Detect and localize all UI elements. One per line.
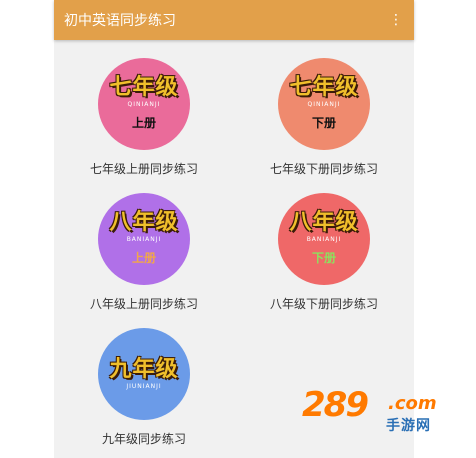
watermark-site: 手游网: [386, 418, 431, 434]
grade-pinyin: BANIANJI: [306, 236, 342, 243]
book-caption[interactable]: 七年级下册同步练习: [270, 160, 378, 177]
grade-pinyin: QINIANJI: [307, 101, 341, 108]
grade-title: 七年级: [289, 75, 359, 100]
volume-label: 下册: [311, 251, 336, 265]
grade-pinyin: QINIANJI: [127, 101, 161, 108]
watermark-number: 289: [302, 385, 369, 425]
book-card-grade9[interactable]: 九年级 JIUNIANJI 九年级同步练习: [54, 328, 234, 447]
book-card-grade7-vol1[interactable]: 七年级 QINIANJI 上册 七年级上册同步练习: [54, 58, 234, 177]
app-bar: 初中英语同步练习 ⋮: [54, 0, 414, 40]
book-caption[interactable]: 九年级同步练习: [102, 430, 186, 447]
more-vert-icon[interactable]: ⋮: [388, 13, 404, 27]
grade-pinyin: JIUNIANJI: [126, 382, 162, 390]
book-cover-icon[interactable]: 七年级 QINIANJI 下册: [278, 58, 370, 150]
grade-title: 九年级: [109, 356, 179, 382]
grade-pinyin: BANIANJI: [126, 236, 162, 243]
book-cover-icon[interactable]: 八年级 BANIANJI 下册: [278, 193, 370, 285]
volume-label: 上册: [131, 116, 156, 130]
book-caption[interactable]: 七年级上册同步练习: [90, 160, 198, 177]
book-card-grade8-vol2[interactable]: 八年级 BANIANJI 下册 八年级下册同步练习: [234, 193, 414, 312]
grade-title: 七年级: [109, 75, 179, 100]
book-cover-icon[interactable]: 九年级 JIUNIANJI: [98, 328, 190, 420]
book-caption[interactable]: 八年级上册同步练习: [90, 295, 198, 312]
book-cover-icon[interactable]: 八年级 BANIANJI 上册: [98, 193, 190, 285]
phone-screen: 初中英语同步练习 ⋮ 七年级 QINIANJI 上册 七年级上册同步练习 七年级…: [54, 0, 437, 458]
book-cover-icon[interactable]: 七年级 QINIANJI 上册: [98, 58, 190, 150]
book-caption[interactable]: 八年级下册同步练习: [270, 295, 378, 312]
grade-title: 八年级: [289, 210, 359, 235]
volume-label: 上册: [131, 251, 156, 265]
site-watermark: 289 .com 手游网: [302, 385, 452, 440]
grade-title: 八年级: [109, 210, 179, 235]
watermark-domain: .com: [388, 393, 437, 414]
volume-label: 下册: [311, 116, 336, 130]
app-title: 初中英语同步练习: [64, 13, 176, 29]
book-card-grade7-vol2[interactable]: 七年级 QINIANJI 下册 七年级下册同步练习: [234, 58, 414, 177]
book-card-grade8-vol1[interactable]: 八年级 BANIANJI 上册 八年级上册同步练习: [54, 193, 234, 312]
